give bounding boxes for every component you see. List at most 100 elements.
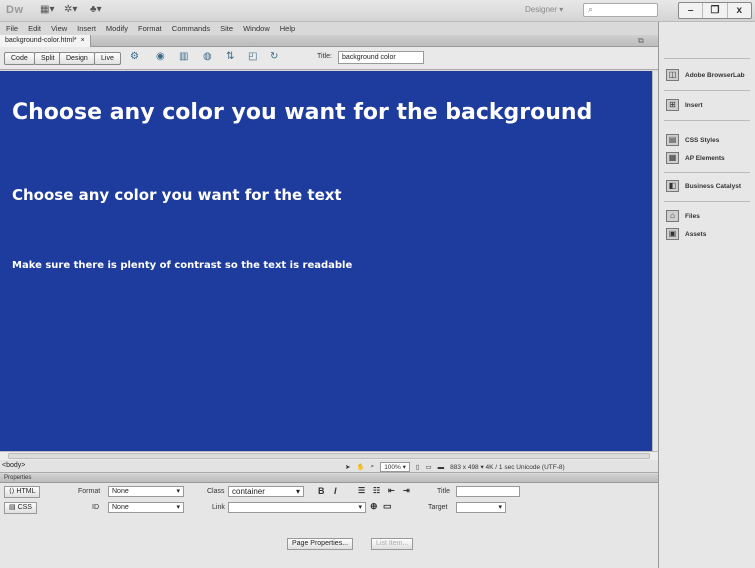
css-properties-button[interactable]: ▤ CSS <box>4 502 37 514</box>
panel-business-catalyst[interactable]: ◧ Business Catalyst <box>666 177 741 195</box>
menu-modify[interactable]: Modify <box>106 22 128 35</box>
menu-window[interactable]: Window <box>243 22 270 35</box>
browse-folder-icon[interactable]: ▭ <box>383 501 392 512</box>
window-size-info[interactable]: 883 x 498 ▾ 4K / 1 sec Unicode (UTF-8) <box>450 463 565 471</box>
zoom-tool-icon[interactable]: ⌕ <box>371 463 375 471</box>
panel-separator <box>664 90 750 91</box>
dreamweaver-logo: Dw <box>6 4 24 16</box>
format-select[interactable]: None ▾ <box>108 486 184 497</box>
menu-site[interactable]: Site <box>220 22 233 35</box>
minimize-button[interactable]: – <box>679 3 704 18</box>
panel-separator <box>664 201 750 202</box>
unordered-list-icon[interactable]: ☰ <box>358 486 365 495</box>
list-item-button: List Item... <box>371 538 414 550</box>
menu-help[interactable]: Help <box>280 22 295 35</box>
css-styles-icon: ▤ <box>666 134 679 146</box>
panel-separator <box>664 58 750 59</box>
ordered-list-icon[interactable]: ☷ <box>373 486 380 495</box>
panel-separator <box>664 172 750 173</box>
status-tools: ➤ ✋ ⌕ 100% ▾ ▯ ▭ ▬ 883 x 498 ▾ 4K / 1 se… <box>345 462 565 472</box>
files-icon: ⌂ <box>666 210 679 222</box>
menu-view[interactable]: View <box>51 22 67 35</box>
browserlab-icon: ◫ <box>666 69 679 81</box>
insert-icon: ⊞ <box>666 99 679 111</box>
italic-icon[interactable]: I <box>334 486 337 496</box>
maximize-button[interactable]: ❐ <box>703 3 728 18</box>
live-code-icon[interactable]: ⚙ <box>130 51 139 62</box>
class-select[interactable]: container ▾ <box>228 486 304 497</box>
layout-menu-icon[interactable]: ▦▾ <box>40 4 54 15</box>
panel-ap-elements[interactable]: ▦ AP Elements <box>666 149 725 167</box>
business-catalyst-icon: ◧ <box>666 180 679 192</box>
indent-icon[interactable]: ⇥ <box>403 486 410 495</box>
link-label: Link <box>212 504 225 511</box>
design-view-canvas[interactable]: Choose any color you want for the backgr… <box>0 71 652 451</box>
panel-files[interactable]: ⌂ Files <box>666 207 700 225</box>
target-select[interactable]: ▾ <box>456 502 506 513</box>
title-field-label: Title <box>437 488 450 495</box>
preview-browser-icon[interactable]: ◍ <box>203 51 212 62</box>
id-label: ID <box>92 504 99 511</box>
menu-file[interactable]: File <box>6 22 18 35</box>
hand-tool-icon[interactable]: ✋ <box>356 463 364 471</box>
desktop-size-icon[interactable]: ▬ <box>438 464 445 471</box>
horizontal-scrollbar[interactable] <box>0 451 658 460</box>
live-view-button[interactable]: Live <box>94 52 121 65</box>
inspect-icon[interactable]: ◉ <box>156 51 165 62</box>
site-menu-icon[interactable]: ♣▾ <box>90 4 102 15</box>
properties-header[interactable]: Properties <box>0 474 658 483</box>
html-icon: ⟨⟩ <box>9 488 15 495</box>
multiscreen-icon[interactable]: ▥ <box>179 51 188 62</box>
code-view-button[interactable]: Code <box>4 52 35 65</box>
title-bar: Dw ▦▾ ✲▾ ♣▾ Designer ▾ ⌕ – ❐ x <box>0 0 755 22</box>
properties-panel: ⟨⟩ HTML ▤ CSS Format None ▾ ID None ▾ Clas… <box>0 483 658 568</box>
bold-icon[interactable]: B <box>318 486 325 496</box>
properties-title: Properties <box>4 475 32 481</box>
menu-insert[interactable]: Insert <box>77 22 96 35</box>
scrollbar-thumb[interactable] <box>8 453 650 459</box>
outdent-icon[interactable]: ⇤ <box>388 486 395 495</box>
close-tab-icon[interactable]: × <box>81 35 85 47</box>
panel-assets[interactable]: ▣ Assets <box>666 225 706 243</box>
tablet-size-icon[interactable]: ▭ <box>425 463 431 471</box>
css-icon: ▤ <box>9 504 16 511</box>
page-title-input[interactable]: background color <box>338 51 424 64</box>
close-button[interactable]: x <box>728 3 751 18</box>
document-tab-label: background-color.html* <box>5 37 77 44</box>
title-field-input[interactable] <box>456 486 520 497</box>
visual-aids-icon[interactable]: ◰ <box>248 51 257 62</box>
file-management-icon[interactable]: ⇅ <box>226 51 234 62</box>
tag-selector[interactable]: <body> <box>2 462 25 469</box>
paragraph-contrast[interactable]: Make sure there is plenty of contrast so… <box>12 260 352 271</box>
restore-down-icon[interactable]: ⧉ <box>638 36 644 46</box>
panel-insert[interactable]: ⊞ Insert <box>666 96 703 114</box>
zoom-select[interactable]: 100% ▾ <box>380 462 410 472</box>
document-tab[interactable]: background-color.html* × <box>0 35 91 47</box>
design-view-button[interactable]: Design <box>59 52 95 65</box>
heading-background[interactable]: Choose any color you want for the backgr… <box>12 100 592 125</box>
assets-icon: ▣ <box>666 228 679 240</box>
menu-format[interactable]: Format <box>138 22 162 35</box>
html-properties-button[interactable]: ⟨⟩ HTML <box>4 486 41 498</box>
menu-commands[interactable]: Commands <box>172 22 210 35</box>
point-to-file-icon[interactable]: ⊕ <box>370 501 378 512</box>
help-search-input[interactable]: ⌕ <box>583 3 658 17</box>
mobile-size-icon[interactable]: ▯ <box>416 463 420 471</box>
page-properties-button[interactable]: Page Properties... <box>287 538 354 550</box>
document-toolbar: Code Split Design Live ⚙ ◉ ▥ ◍ ⇅ ◰ ↻ Tit… <box>0 47 658 70</box>
heading-text-color[interactable]: Choose any color you want for the text <box>12 186 342 204</box>
refresh-icon[interactable]: ↻ <box>270 51 278 62</box>
split-view-button[interactable]: Split <box>34 52 62 65</box>
select-tool-icon[interactable]: ➤ <box>345 463 350 471</box>
link-input[interactable]: ▾ <box>228 502 366 513</box>
id-select[interactable]: None ▾ <box>108 502 184 513</box>
panel-separator <box>664 120 750 121</box>
document-tab-bar: background-color.html* × ⧉ <box>0 35 658 47</box>
panel-css-styles[interactable]: ▤ CSS Styles <box>666 131 719 149</box>
menu-edit[interactable]: Edit <box>28 22 41 35</box>
menu-bar: File Edit View Insert Modify Format Comm… <box>0 22 658 35</box>
workspace-switcher[interactable]: Designer ▾ <box>525 5 563 14</box>
extend-menu-icon[interactable]: ✲▾ <box>64 4 77 15</box>
status-bar: <body> ➤ ✋ ⌕ 100% ▾ ▯ ▭ ▬ 883 x 498 ▾ 4K… <box>0 460 658 473</box>
panel-browserlab[interactable]: ◫ Adobe BrowserLab <box>666 66 745 84</box>
